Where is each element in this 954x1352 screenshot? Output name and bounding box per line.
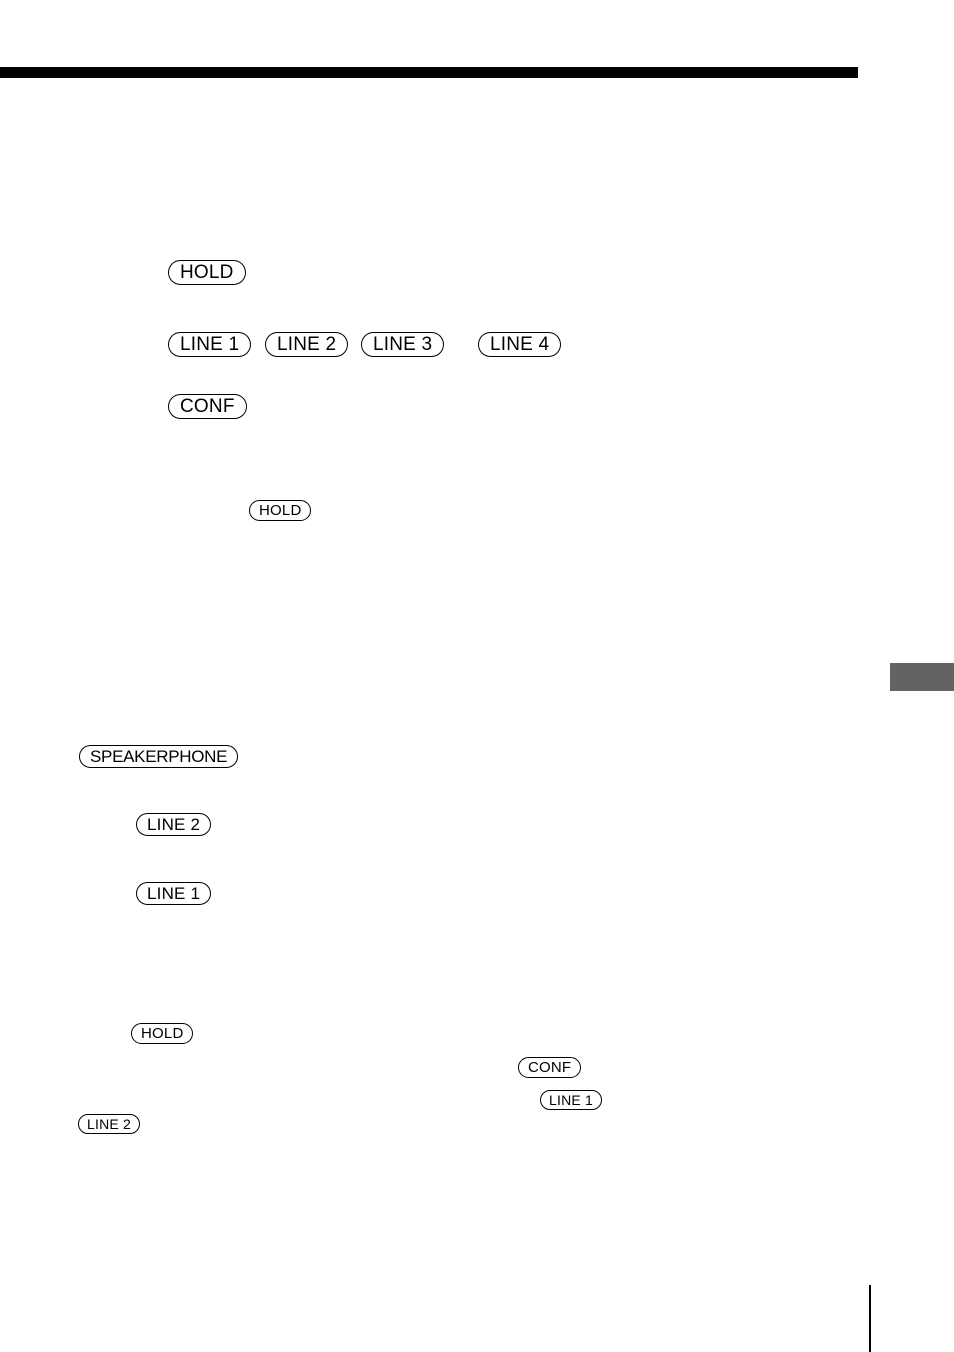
keycap-line-1-c: LINE 1 (540, 1090, 602, 1110)
keycap-line-1-b: LINE 1 (136, 882, 212, 905)
manual-page: HOLD LINE 1 LINE 2 LINE 3 LINE 4 CONF HOLD SPEA… (0, 0, 954, 1352)
keycap-line-2-c: LINE 2 (78, 1114, 140, 1134)
header-rule (0, 67, 858, 78)
keycap-hold-3: HOLD (131, 1023, 194, 1044)
keycap-conf-1: CONF (168, 394, 247, 419)
chapter-thumb-index-tab (890, 663, 954, 691)
page-edge-rule (869, 1285, 871, 1352)
keycap-line-1-a: LINE 1 (168, 332, 252, 357)
keycap-line-4-a: LINE 4 (478, 332, 562, 357)
keycap-line-3-a: LINE 3 (361, 332, 445, 357)
keycap-hold-2: HOLD (249, 500, 312, 521)
keycap-line-2-b: LINE 2 (136, 813, 212, 836)
keycap-speakerphone-1: SPEAKERPHONE (79, 745, 239, 768)
keycap-hold-1: HOLD (168, 260, 246, 285)
keycap-line-2-a: LINE 2 (265, 332, 349, 357)
keycap-conf-2: CONF (518, 1057, 582, 1078)
